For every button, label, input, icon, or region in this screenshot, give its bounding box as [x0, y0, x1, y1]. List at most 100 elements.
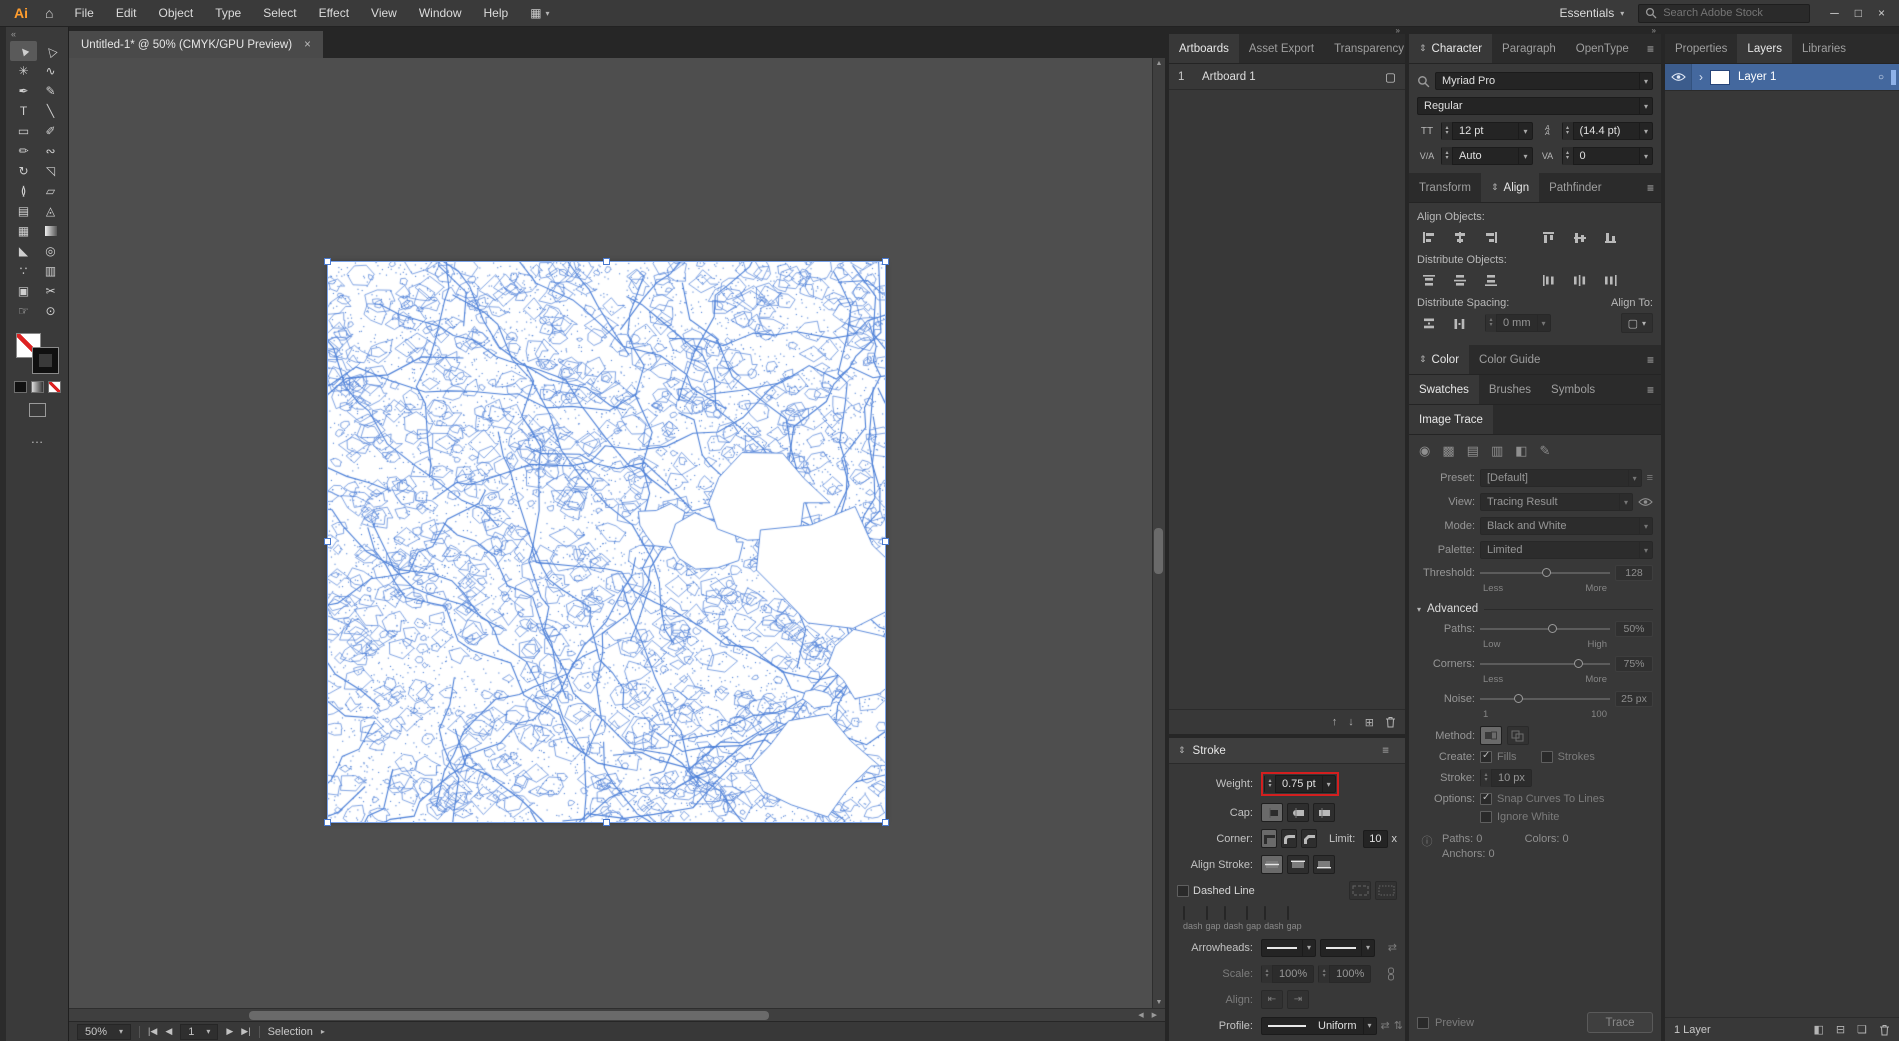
menu-help[interactable]: Help [474, 6, 519, 20]
menu-type[interactable]: Type [205, 6, 251, 20]
new-artboard-icon[interactable]: ⊞ [1365, 716, 1374, 729]
width-profile-combo[interactable]: Uniform ▾ [1261, 1017, 1377, 1035]
preset-combo[interactable]: [Default] ▾ [1480, 469, 1642, 487]
align-middle-vertical-button[interactable] [1568, 227, 1592, 247]
align-top-button[interactable] [1537, 227, 1561, 247]
noise-slider-thumb[interactable] [1514, 694, 1523, 703]
status-expand-icon[interactable]: ▸ [321, 1027, 325, 1036]
distribute-bottom-button[interactable] [1479, 270, 1503, 290]
color-mode-button[interactable] [14, 381, 27, 393]
menu-window[interactable]: Window [409, 6, 472, 20]
chevron-down-icon[interactable]: ▾ [1322, 776, 1335, 792]
projecting-cap-button[interactable] [1313, 803, 1335, 822]
tool-blend[interactable]: ◎ [37, 241, 64, 261]
dash-field[interactable]: dash [1264, 907, 1284, 931]
tab-symbols[interactable]: Symbols [1541, 375, 1605, 404]
threshold-value[interactable]: 128 [1615, 565, 1653, 581]
scroll-up-icon[interactable]: ▲ [1153, 60, 1165, 67]
tab-brushes[interactable]: Brushes [1479, 375, 1541, 404]
artboard-number-select[interactable]: 1 ▾ [180, 1024, 218, 1040]
leading-combo[interactable]: ▴▾ (14.4 pt) ▾ [1562, 122, 1654, 140]
corners-slider[interactable] [1480, 657, 1610, 671]
tab-swatches[interactable]: Swatches [1409, 375, 1479, 404]
distribute-left-button[interactable] [1537, 270, 1561, 290]
first-artboard-button[interactable]: |◀ [148, 1026, 157, 1037]
font-search-icon[interactable] [1417, 75, 1430, 88]
preset-auto-color-icon[interactable]: ◉ [1419, 443, 1430, 459]
menu-object[interactable]: Object [149, 6, 204, 20]
layer-visibility-cell[interactable] [1665, 64, 1692, 90]
selection-handle-top-center[interactable] [603, 258, 610, 265]
tool-scale[interactable]: ◹ [37, 161, 64, 181]
tool-eyedropper[interactable]: ◣ [10, 241, 37, 261]
layer-list-item[interactable]: › Layer 1 ○ [1665, 64, 1899, 91]
tab-transform[interactable]: Transform [1409, 173, 1481, 202]
tool-hand[interactable]: ☞ [10, 301, 37, 321]
paths-value[interactable]: 50% [1615, 621, 1653, 637]
chevron-down-icon[interactable]: ▾ [1518, 148, 1531, 164]
dash-field[interactable]: dash [1224, 907, 1244, 931]
selection-handle-bottom-center[interactable] [603, 819, 610, 826]
tool-pen[interactable]: ✒ [10, 81, 37, 101]
arrowhead-start-combo[interactable]: ▾ [1261, 939, 1316, 957]
chevron-down-icon[interactable]: ▾ [1518, 123, 1531, 139]
canvas-viewport[interactable]: ▲ ▼ [69, 58, 1165, 1008]
distribute-center-vertical-button[interactable] [1448, 270, 1472, 290]
previous-artboard-button[interactable]: ◀ [165, 1026, 172, 1037]
document-tab[interactable]: Untitled-1* @ 50% (CMYK/GPU Preview) × [69, 31, 323, 58]
round-join-button[interactable] [1281, 829, 1297, 848]
horizontal-scrollbar[interactable]: ◀ ▶ [69, 1008, 1165, 1021]
advanced-section-header[interactable]: ▾ Advanced [1417, 603, 1653, 615]
tool-gradient[interactable] [37, 221, 64, 241]
tab-color[interactable]: ⇕Color [1409, 345, 1469, 374]
vertical-scroll-thumb[interactable] [1154, 528, 1163, 574]
bevel-join-button[interactable] [1301, 829, 1317, 848]
tab-transparency[interactable]: Transparency [1324, 34, 1405, 63]
scale-start-input[interactable]: ▴▾100% [1261, 965, 1314, 983]
tab-align[interactable]: ⇕Align [1481, 173, 1539, 202]
tool-perspective-grid[interactable]: ◬ [37, 201, 64, 221]
layer-target-icon[interactable]: ○ [1871, 72, 1891, 83]
scale-end-input[interactable]: ▴▾100% [1318, 965, 1371, 983]
tool-shaper[interactable]: ∾ [37, 141, 64, 161]
fills-checkbox[interactable] [1480, 751, 1492, 763]
ignore-white-checkbox[interactable] [1480, 811, 1492, 823]
artboard-icon[interactable]: ▢ [1385, 70, 1396, 84]
butt-cap-button[interactable] [1261, 803, 1283, 822]
round-cap-button[interactable] [1287, 803, 1309, 822]
mode-combo[interactable]: Black and White ▾ [1480, 517, 1653, 535]
font-size-combo[interactable]: ▴▾ 12 pt ▾ [1441, 122, 1533, 140]
tab-libraries[interactable]: Libraries [1792, 34, 1856, 63]
selection-handle-top-right[interactable] [882, 258, 889, 265]
vertical-spacing-button[interactable] [1417, 313, 1441, 333]
none-mode-button[interactable] [48, 381, 61, 393]
method-abutting-button[interactable] [1480, 726, 1502, 745]
tab-color-guide[interactable]: Color Guide [1469, 345, 1550, 374]
tool-selection[interactable]: ▲ [10, 41, 37, 61]
layer-thumbnail[interactable] [1710, 70, 1730, 85]
search-input[interactable] [1663, 7, 1803, 19]
menu-effect[interactable]: Effect [309, 6, 359, 20]
tool-curvature[interactable]: ✎ [37, 81, 64, 101]
trace-stroke-input[interactable]: ▴▾ 10 px [1480, 769, 1532, 787]
align-bottom-button[interactable] [1599, 227, 1623, 247]
preset-black-white-icon[interactable]: ◧ [1515, 443, 1527, 459]
tab-artboards[interactable]: Artboards [1169, 34, 1239, 63]
tab-paragraph[interactable]: Paragraph [1492, 34, 1566, 63]
swap-arrowheads-icon[interactable]: ⇄ [1388, 941, 1397, 954]
view-combo[interactable]: Tracing Result ▾ [1480, 493, 1633, 511]
tool-symbol-sprayer[interactable]: ∵ [10, 261, 37, 281]
align-stroke-center-button[interactable] [1261, 855, 1283, 874]
tool-slice[interactable]: ✂ [37, 281, 64, 301]
artboard[interactable] [328, 262, 885, 822]
arrange-documents-button[interactable]: ▦ ▾ [520, 6, 559, 20]
tracking-stepper[interactable]: ▴▾ [1563, 147, 1574, 165]
tool-rotate[interactable]: ↻ [10, 161, 37, 181]
tracking-combo[interactable]: ▴▾ 0 ▾ [1562, 147, 1654, 165]
tool-lasso[interactable]: ∿ [37, 61, 64, 81]
tool-type[interactable]: T [10, 101, 37, 121]
chevron-down-icon[interactable]: ▾ [1361, 940, 1374, 956]
new-sublayer-icon[interactable]: ⊟ [1836, 1023, 1845, 1036]
dash-field[interactable]: dash [1183, 907, 1203, 931]
weight-stepper[interactable]: ▴▾ [1265, 775, 1276, 793]
